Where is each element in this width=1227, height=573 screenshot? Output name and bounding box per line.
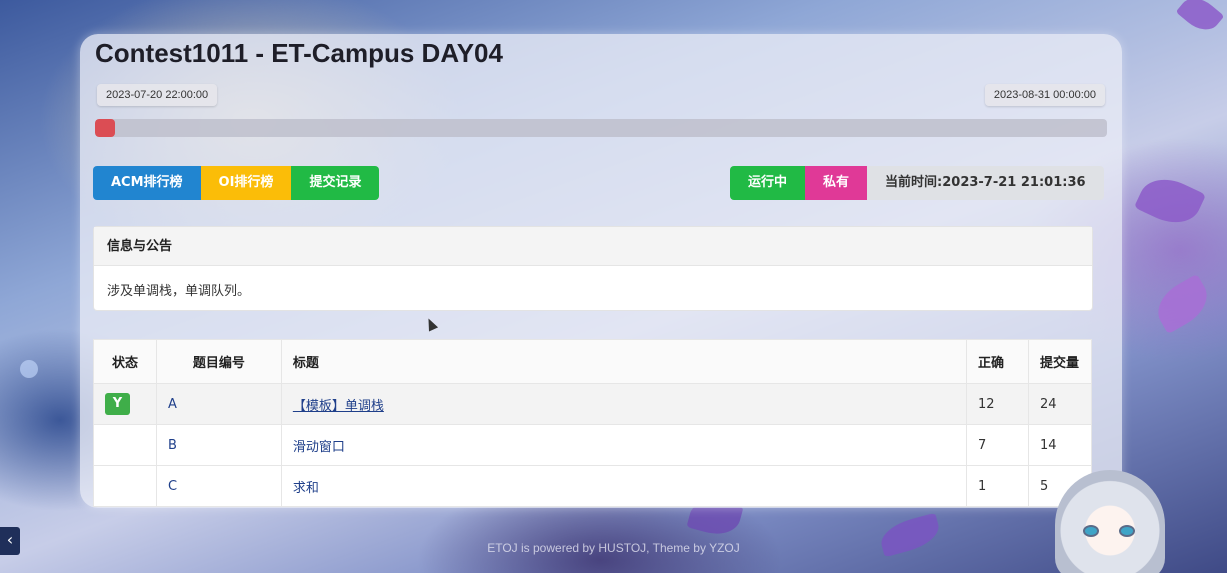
- problem-title-link[interactable]: 滑动窗口: [293, 440, 345, 455]
- submissions-button[interactable]: 提交记录: [291, 166, 380, 200]
- col-header-submitted[interactable]: 提交量: [1028, 339, 1092, 384]
- table-row: C 求和 1 5: [93, 465, 1092, 507]
- problem-id-link[interactable]: C: [168, 479, 177, 494]
- problem-id-cell: A: [155, 383, 282, 425]
- info-card-body: 涉及单调栈，单调队列。: [107, 284, 251, 299]
- col-header-status[interactable]: 状态: [93, 339, 157, 384]
- mascot-eye: [1083, 525, 1099, 537]
- status-cell: [93, 465, 157, 507]
- acm-rank-button[interactable]: ACM排行榜: [93, 166, 201, 200]
- status-cell: [93, 424, 157, 466]
- problem-title-link[interactable]: 求和: [293, 481, 319, 496]
- info-announcement-card: 信息与公告 涉及单调栈，单调队列。: [93, 226, 1093, 311]
- accepted-count-cell: 12: [966, 383, 1029, 425]
- background-petal: [1149, 273, 1216, 335]
- info-card-heading: 信息与公告: [94, 227, 1092, 266]
- start-time-badge: 2023-07-20 22:00:00: [97, 84, 218, 106]
- problem-id-cell: B: [155, 424, 282, 466]
- contest-title: Contest1011 - ET-Campus DAY04: [95, 38, 503, 68]
- col-header-problem-id[interactable]: 题目编号: [155, 339, 282, 384]
- contest-progress-fill: [95, 119, 116, 137]
- end-time-badge: 2023-08-31 00:00:00: [984, 84, 1105, 106]
- problem-table: 状态 题目编号 标题 正确 提交量 Y A 【模板】单调栈 12 24 B 滑动…: [93, 339, 1092, 507]
- ranking-button-group: ACM排行榜 OI排行榜 提交记录: [93, 166, 380, 200]
- submitted-count-cell: 14: [1028, 424, 1092, 466]
- problem-title-cell: 【模板】单调栈: [280, 383, 968, 425]
- submitted-count-cell: 24: [1028, 383, 1092, 425]
- accepted-count-cell: 7: [966, 424, 1029, 466]
- mascot-eye: [1119, 525, 1135, 537]
- col-header-title[interactable]: 标题: [280, 339, 968, 384]
- background-orb: [20, 360, 38, 378]
- mascot-avatar: [1055, 470, 1165, 573]
- running-status-badge: 运行中: [730, 166, 806, 200]
- accepted-count-cell: 1: [966, 465, 1029, 507]
- background-petal: [1175, 0, 1225, 38]
- footer-credit: ETOJ is powered by HUSTOJ, Theme by YZOJ: [487, 541, 740, 555]
- private-status-badge: 私有: [805, 166, 868, 200]
- status-cell: Y: [93, 383, 157, 425]
- oi-rank-button[interactable]: OI排行榜: [200, 166, 292, 200]
- problem-id-link[interactable]: A: [168, 397, 177, 412]
- table-row: B 滑动窗口 7 14: [93, 424, 1092, 466]
- table-header-row: 状态 题目编号 标题 正确 提交量: [93, 339, 1092, 384]
- problem-id-link[interactable]: B: [168, 438, 177, 453]
- problem-title-cell: 滑动窗口: [280, 424, 968, 466]
- contest-panel: Contest1011 - ET-Campus DAY04 2023-07-20…: [80, 34, 1122, 508]
- problem-title-cell: 求和: [280, 465, 968, 507]
- col-header-accepted[interactable]: 正确: [966, 339, 1029, 384]
- table-row: Y A 【模板】单调栈 12 24: [93, 383, 1092, 425]
- contest-status-group: 运行中 私有 当前时间:2023-7-21 21:01:36: [730, 166, 1104, 200]
- contest-progress-bar: [95, 119, 1107, 137]
- problem-title-link[interactable]: 【模板】单调栈: [293, 399, 384, 414]
- problem-id-cell: C: [155, 465, 282, 507]
- background-petal: [1133, 169, 1207, 233]
- current-time-badge: 当前时间:2023-7-21 21:01:36: [867, 166, 1104, 200]
- solved-status-badge: Y: [105, 393, 130, 415]
